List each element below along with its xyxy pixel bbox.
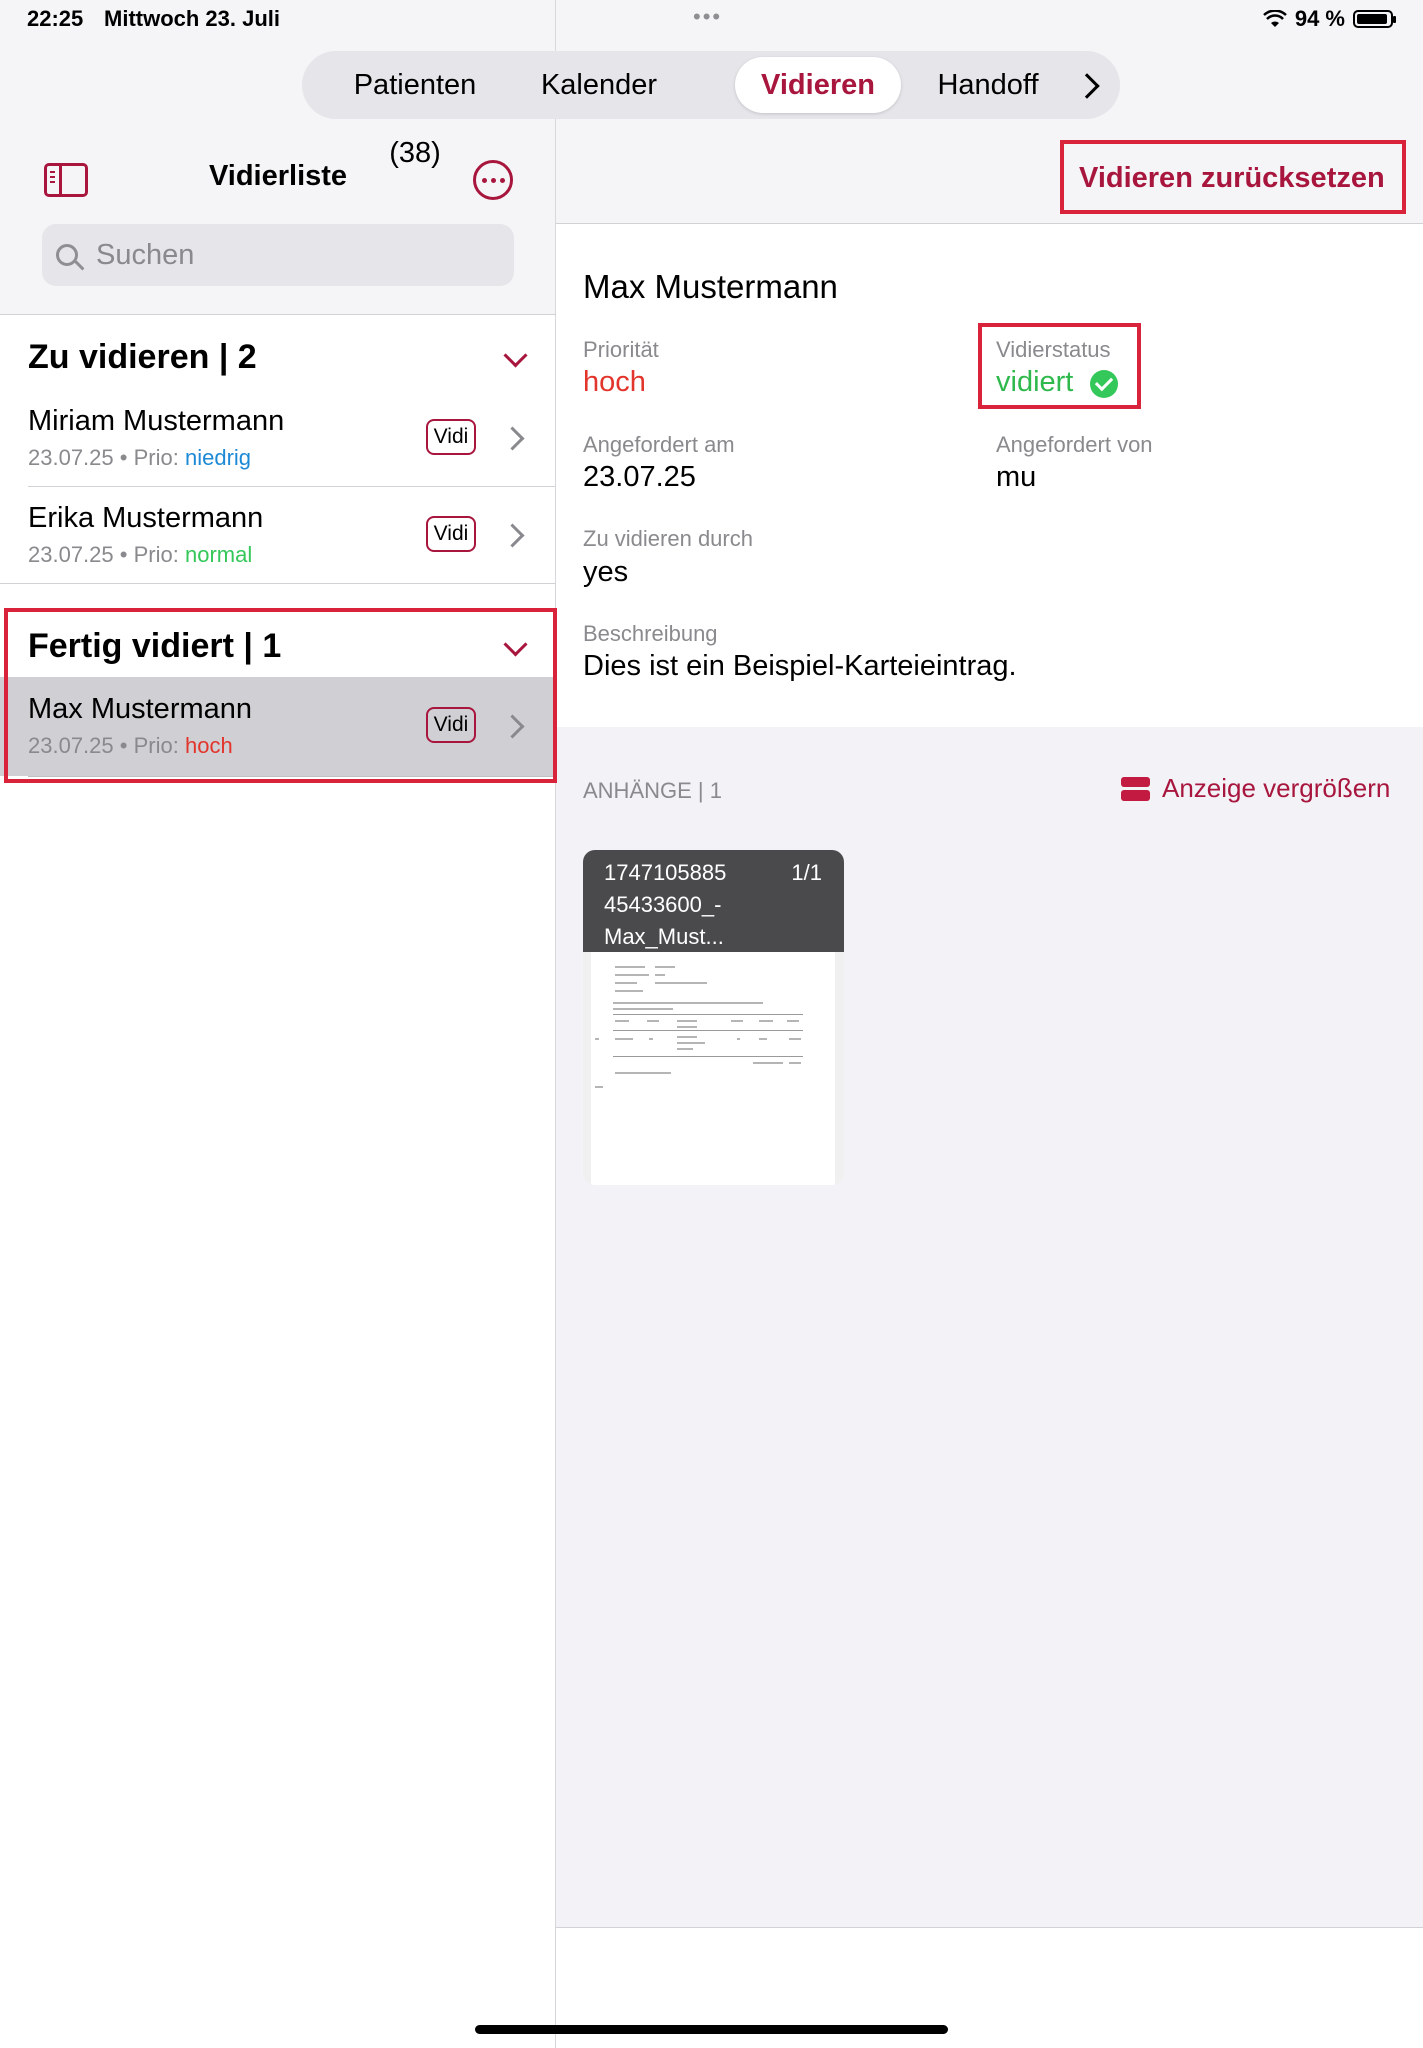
prio-value: niedrig	[184, 445, 252, 470]
prio-label: Prio:	[133, 445, 179, 470]
prio-label: Prio:	[133, 733, 179, 758]
detail-header-divider	[556, 223, 1423, 224]
patient-name: Max Mustermann	[28, 693, 253, 725]
requested-by-label: Angefordert von	[996, 432, 1153, 457]
split-view-divider[interactable]	[555, 0, 556, 2048]
main-tab-bar: Patienten (38) Kalender Vidieren Handoff	[302, 51, 1120, 169]
bullet-separator: •	[119, 542, 128, 567]
checkmark-icon	[1090, 370, 1118, 398]
multitasking-dots[interactable]: •••	[693, 4, 722, 30]
prio-label: Prio:	[133, 542, 179, 567]
row-divider	[28, 776, 556, 777]
priority-value: hoch	[583, 366, 646, 398]
patient-meta: 23.07.25 • Prio: normal	[28, 542, 252, 568]
tab-patienten[interactable]: Patienten (38)	[324, 51, 506, 169]
description-label: Beschreibung	[583, 621, 718, 646]
sidebar-divider	[0, 314, 556, 315]
search-field[interactable]	[42, 224, 514, 286]
patient-date: 23.07.25	[28, 445, 114, 470]
patient-name: Erika Mustermann	[28, 502, 264, 534]
vidi-badge: Vidi	[426, 419, 476, 455]
status-right: 94 %	[1262, 6, 1396, 32]
attachment-thumbnail[interactable]: 1747105885 45433600_- Max_Must... 1/1	[583, 850, 844, 1185]
status-date: Mittwoch 23. Juli	[104, 6, 281, 31]
wifi-icon	[1262, 10, 1287, 27]
row-divider	[28, 486, 556, 487]
section-title-zu-vidieren: Zu vidieren | 2	[28, 338, 257, 376]
enlarge-display-button[interactable]: Anzeige vergrößern	[1121, 773, 1390, 804]
document-preview	[591, 950, 835, 1185]
attachments-bottom-divider	[556, 1927, 1423, 1928]
enlarge-label: Anzeige vergrößern	[1162, 773, 1391, 803]
row-divider	[0, 583, 556, 584]
requested-on-value: 23.07.25	[583, 461, 696, 493]
chevron-right-icon	[500, 426, 525, 451]
attachment-page-count: 1/1	[791, 860, 822, 885]
status-label: Vidierstatus	[996, 337, 1111, 362]
chevron-right-icon	[500, 523, 525, 548]
section-title-fertig-vidiert: Fertig vidiert | 1	[28, 627, 282, 665]
reset-vidieren-button[interactable]: Vidieren zurücksetzen	[1079, 162, 1385, 195]
status-time: 22:25	[27, 6, 84, 31]
requested-by-value: mu	[996, 461, 1037, 493]
chevron-down-icon[interactable]	[503, 632, 528, 657]
to-verify-by-label: Zu vidieren durch	[583, 526, 753, 551]
enlarge-icon	[1121, 776, 1150, 801]
attachments-title: ANHÄNGE | 1	[583, 778, 722, 803]
battery-percentage: 94 %	[1294, 6, 1345, 31]
patient-date: 23.07.25	[28, 733, 114, 758]
battery-fill	[1357, 14, 1387, 24]
to-verify-by-value: yes	[583, 556, 629, 588]
attachment-filename: 1747105885 45433600_- Max_Must...	[604, 860, 727, 949]
battery-icon	[1353, 10, 1396, 28]
description-value: Dies ist ein Beispiel-Karteieintrag.	[583, 650, 1017, 682]
tab-handoff[interactable]: Handoff	[918, 51, 1058, 119]
detail-patient-name: Max Mustermann	[583, 268, 838, 305]
more-options-icon[interactable]	[473, 160, 513, 200]
vidi-badge: Vidi	[426, 516, 476, 552]
tab-vidieren[interactable]: Vidieren	[735, 57, 901, 113]
attachment-header: 1747105885 45433600_- Max_Must... 1/1	[583, 850, 844, 952]
bullet-separator: •	[119, 445, 128, 470]
patient-meta: 23.07.25 • Prio: niedrig	[28, 445, 251, 471]
prio-value: normal	[184, 542, 253, 567]
chevron-down-icon[interactable]	[503, 343, 528, 368]
tab-kalender[interactable]: Kalender	[534, 51, 664, 119]
search-icon	[56, 244, 78, 266]
vidi-badge: Vidi	[426, 707, 476, 743]
home-indicator[interactable]	[475, 2025, 948, 2034]
requested-on-label: Angefordert am	[583, 432, 735, 457]
patient-meta: 23.07.25 • Prio: hoch	[28, 733, 233, 759]
patient-name: Miriam Mustermann	[28, 405, 285, 437]
prio-value: hoch	[184, 733, 233, 758]
bullet-separator: •	[119, 733, 128, 758]
status-value: vidiert	[996, 366, 1074, 398]
priority-label: Priorität	[583, 337, 659, 362]
search-input[interactable]	[94, 237, 478, 273]
patient-date: 23.07.25	[28, 542, 114, 567]
